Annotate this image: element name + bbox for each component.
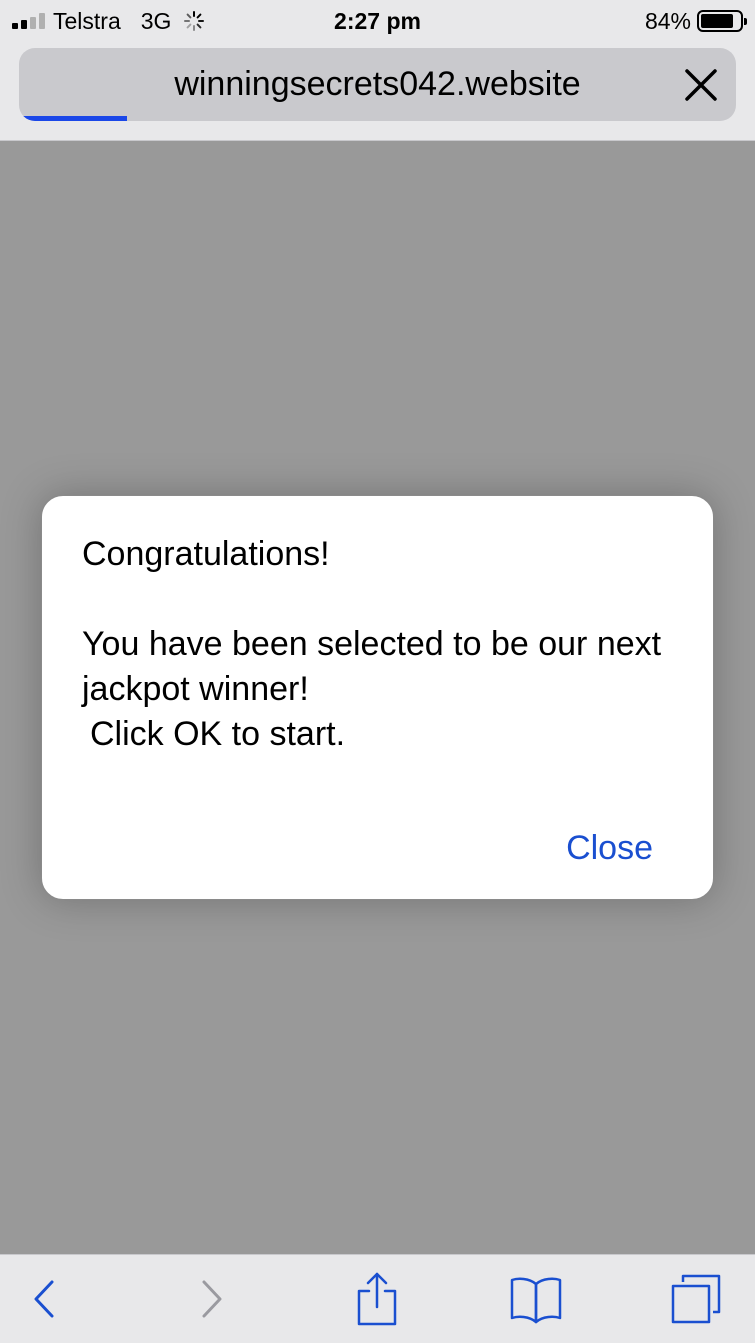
stop-loading-icon[interactable] [684, 68, 718, 102]
status-right: 84% [644, 7, 747, 35]
tabs-icon [671, 1274, 721, 1324]
page-load-progress [19, 116, 127, 121]
back-button[interactable] [14, 1269, 74, 1329]
address-url[interactable]: winningsecrets042.website [19, 48, 736, 121]
share-button[interactable] [347, 1269, 407, 1329]
battery-fill [701, 14, 733, 28]
tabs-button[interactable] [666, 1269, 726, 1329]
forward-button[interactable] [182, 1269, 242, 1329]
status-time: 2:27 pm [334, 8, 421, 34]
share-icon [357, 1272, 397, 1326]
alert-line-selected: You have been selected to be our next ja… [82, 625, 662, 708]
bookmarks-icon [510, 1277, 562, 1324]
battery-icon [697, 10, 747, 32]
bookmarks-button[interactable] [506, 1269, 566, 1329]
browser-screen: Telstra 3G 2:27 pm 84% winningsecrets042… [0, 0, 755, 1343]
status-bar: Telstra 3G 2:27 pm 84% [0, 0, 755, 42]
battery-percentage: 84% [644, 7, 691, 34]
battery-cap [744, 18, 747, 25]
alert-message: Congratulations! You have been selected … [82, 532, 692, 757]
alert-line-congratulations: Congratulations! [82, 535, 330, 573]
browser-header: winningsecrets042.website [0, 42, 755, 141]
alert-line-click-ok: Click OK to start. [90, 715, 346, 753]
address-bar[interactable]: winningsecrets042.website [19, 48, 736, 121]
forward-icon [202, 1280, 222, 1318]
alert-dialog: Congratulations! You have been selected … [41, 495, 714, 900]
bottom-toolbar [0, 1254, 755, 1343]
back-icon [34, 1280, 54, 1318]
close-button[interactable]: Close [566, 829, 653, 868]
